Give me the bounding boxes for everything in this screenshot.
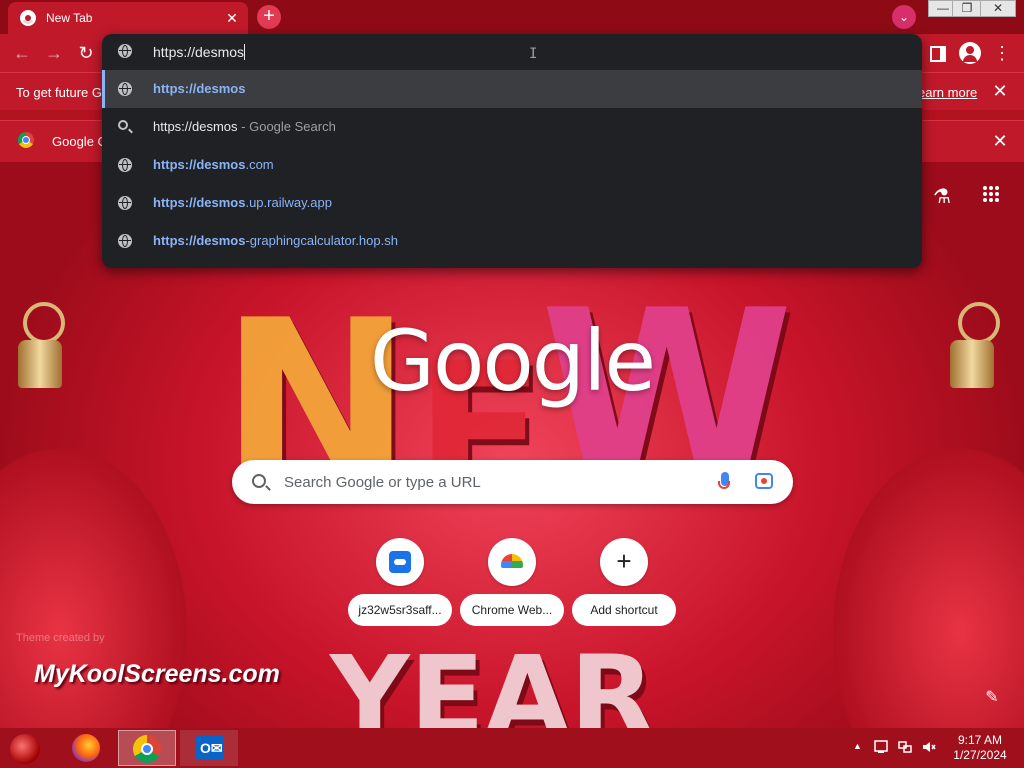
chrome-menu-button[interactable]: ⋮: [990, 41, 1014, 65]
shortcut-label: jz32w5sr3saff...: [348, 594, 452, 626]
start-orb-icon: [10, 734, 40, 764]
side-panel-button[interactable]: [926, 41, 950, 65]
search-icon: [252, 474, 266, 488]
shortcut-label: Add shortcut: [572, 594, 676, 626]
start-button[interactable]: [0, 730, 58, 766]
globe-icon: [118, 82, 132, 96]
network-icon[interactable]: [898, 740, 912, 757]
shortcut-icon-circle: [488, 538, 536, 586]
text-cursor-icon: I: [529, 46, 538, 62]
omnibox-text[interactable]: https://desmos: [153, 44, 246, 60]
volume-muted-icon[interactable]: [922, 740, 936, 757]
taskbar-firefox[interactable]: [56, 730, 114, 766]
tab-search-button[interactable]: ⌄: [892, 5, 916, 29]
globe-icon: [118, 44, 132, 58]
omnibox-input[interactable]: https://desmos I: [102, 34, 922, 70]
omnibox-suggestion[interactable]: https://desmos - Google Search: [102, 108, 922, 146]
infobar-close-icon[interactable]: ✕: [990, 81, 1010, 102]
chrome-icon: [133, 735, 161, 763]
suggestion-text: https://desmos: [153, 81, 246, 96]
clock-date: 1/27/2024: [953, 748, 1007, 762]
chrome-favicon-icon: [20, 10, 36, 26]
omnibox-suggestion[interactable]: https://desmos-graphingcalculator.hop.sh: [102, 222, 922, 260]
firefox-icon: [72, 734, 100, 762]
action-center-icon[interactable]: [874, 740, 888, 757]
chrome-web-store-icon: [501, 554, 523, 568]
side-panel-icon: [930, 46, 946, 62]
site-favicon-icon: [389, 551, 411, 573]
shortcut-icon-circle: [376, 538, 424, 586]
tab-strip: New Tab ✕ + ⌄ — ❐ ✕: [0, 0, 1024, 34]
taskbar-chrome[interactable]: [118, 730, 176, 766]
google-apps-icon[interactable]: [977, 183, 1005, 211]
ntp-search-box[interactable]: Search Google or type a URL: [232, 460, 793, 504]
infobar-message: Google C: [52, 134, 107, 149]
learn-more-link[interactable]: earn more: [918, 85, 977, 100]
profile-button[interactable]: [958, 41, 982, 65]
suggestion-text: https://desmos-graphingcalculator.hop.sh: [153, 233, 398, 248]
shortcut-tile[interactable]: jz32w5sr3saff...: [348, 538, 452, 626]
reload-button[interactable]: ↻: [74, 41, 98, 65]
omnibox-dropdown: https://desmos I https://desmos https://…: [102, 34, 922, 268]
shortcut-label: Chrome Web...: [460, 594, 564, 626]
theme-credit[interactable]: Theme created by: [16, 632, 105, 644]
tray-overflow-arrow[interactable]: ▲: [853, 741, 862, 751]
shortcut-tile[interactable]: Chrome Web...: [460, 538, 564, 626]
chrome-logo-icon: [18, 132, 34, 148]
tab-new-tab[interactable]: New Tab ✕: [8, 2, 248, 34]
shortcut-icon-circle: +: [600, 538, 648, 586]
close-window-button[interactable]: ✕: [980, 0, 1016, 17]
voice-search-icon[interactable]: [718, 472, 730, 489]
watermark: MyKoolScreens.com: [34, 660, 280, 688]
search-icon: [118, 120, 128, 130]
back-button[interactable]: ←: [10, 41, 34, 65]
profile-icon: [959, 42, 981, 64]
suggestion-text: https://desmos.up.railway.app: [153, 195, 332, 210]
omnibox-suggestion[interactable]: https://desmos: [102, 70, 922, 108]
globe-icon: [118, 234, 132, 248]
decor-letter-y: YEAR: [330, 632, 655, 728]
new-tab-button[interactable]: +: [257, 5, 281, 29]
taskbar-outlook[interactable]: O✉: [180, 730, 238, 766]
add-shortcut-button[interactable]: + Add shortcut: [572, 538, 676, 626]
infobar-message: To get future G: [16, 85, 102, 100]
omnibox-suggestion[interactable]: https://desmos.up.railway.app: [102, 184, 922, 222]
infobar-close-icon[interactable]: ✕: [990, 131, 1010, 152]
outlook-icon: O✉: [196, 736, 224, 760]
clock-time: 9:17 AM: [957, 733, 1003, 747]
google-lens-icon[interactable]: [755, 473, 773, 489]
tab-close-icon[interactable]: ✕: [222, 10, 242, 27]
ntp-search-placeholder: Search Google or type a URL: [284, 474, 481, 491]
system-clock[interactable]: 9:17 AM 1/27/2024: [950, 733, 1010, 763]
apps-grid-icon: [983, 186, 999, 202]
omnibox-suggestion[interactable]: https://desmos.com: [102, 146, 922, 184]
labs-icon[interactable]: ⚗: [928, 183, 956, 211]
forward-button[interactable]: →: [42, 41, 66, 65]
google-logo: Google: [369, 312, 656, 410]
plus-icon: +: [616, 546, 632, 576]
windows-taskbar: O✉ ▲ 9:17 AM 1/27/2024: [0, 728, 1024, 768]
customize-pencil-icon[interactable]: ✎: [982, 687, 1002, 707]
suggestion-text: https://desmos.com: [153, 157, 274, 172]
restore-button[interactable]: ❐: [952, 0, 982, 17]
globe-icon: [118, 196, 132, 210]
tab-title: New Tab: [46, 11, 93, 25]
globe-icon: [118, 158, 132, 172]
suggestion-text: https://desmos - Google Search: [153, 119, 336, 134]
